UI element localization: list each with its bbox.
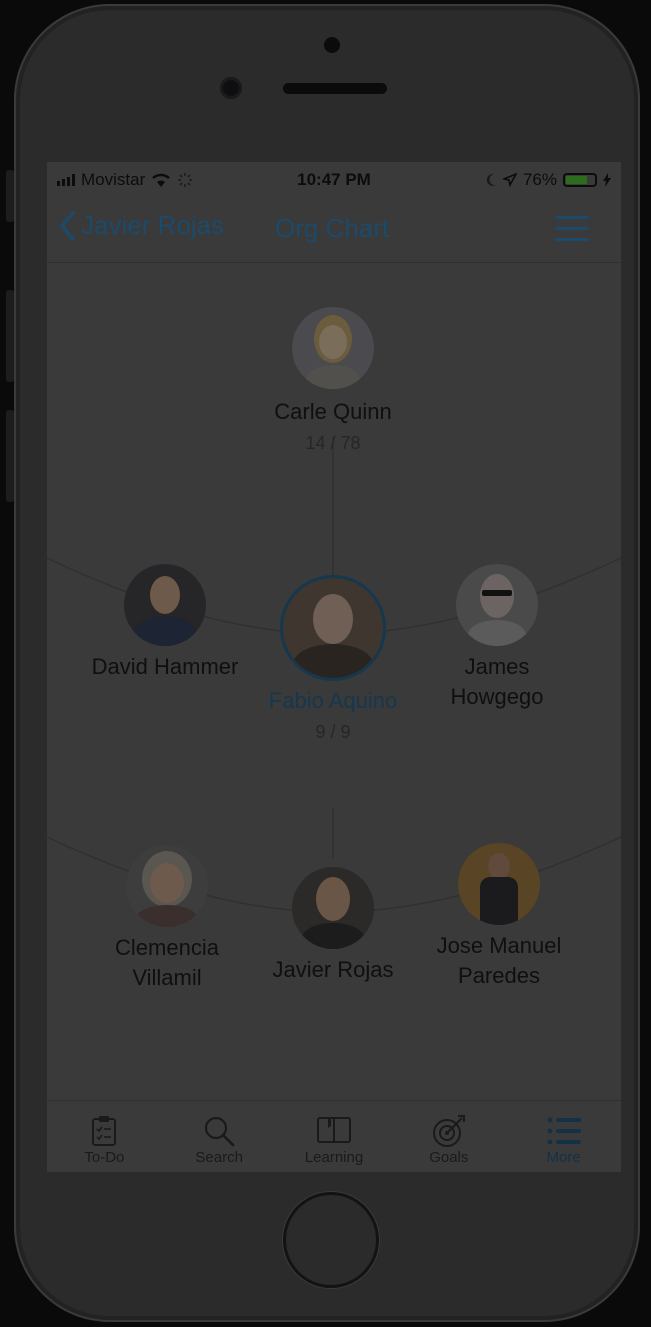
tab-label: Search xyxy=(195,1149,243,1166)
home-button[interactable] xyxy=(283,1192,379,1288)
nav-bar: Javier Rojas Org Chart xyxy=(47,196,621,263)
proximity-sensor xyxy=(324,37,340,53)
earpiece-speaker xyxy=(283,83,387,94)
volume-down-button xyxy=(6,410,14,502)
org-chart: Carle Quinn 14 / 78 David Hammer Fabio A… xyxy=(47,262,621,1098)
tab-search[interactable]: Search xyxy=(162,1101,277,1172)
list-icon xyxy=(547,1117,581,1145)
moon-icon xyxy=(486,173,496,186)
chevron-left-icon xyxy=(59,210,75,241)
tab-bar: To-Do Search Learning Goals More xyxy=(47,1100,621,1172)
node-name-line2: Paredes xyxy=(458,963,540,988)
avatar xyxy=(456,564,538,646)
location-arrow-icon xyxy=(502,173,517,187)
avatar xyxy=(458,843,540,925)
tab-more[interactable]: More xyxy=(506,1101,621,1172)
back-button[interactable]: Javier Rojas xyxy=(59,210,224,241)
node-name-line1: Jose Manuel xyxy=(436,933,562,958)
node-count: 9 / 9 xyxy=(315,722,351,742)
org-node-carle-quinn[interactable]: Carle Quinn 14 / 78 xyxy=(233,307,433,454)
tab-label: Goals xyxy=(429,1149,469,1166)
list-icon[interactable] xyxy=(555,216,589,242)
node-name-line1: James xyxy=(464,654,530,679)
tab-to-do[interactable]: To-Do xyxy=(47,1101,162,1172)
avatar xyxy=(126,845,208,927)
battery-icon xyxy=(563,173,597,187)
back-label: Javier Rojas xyxy=(81,210,225,240)
avatar xyxy=(292,867,374,949)
tab-goals[interactable]: Goals xyxy=(391,1101,506,1172)
charging-bolt-icon xyxy=(603,173,611,187)
avatar xyxy=(292,307,374,389)
mute-switch xyxy=(6,170,14,222)
avatar xyxy=(283,578,383,678)
status-bar: Movistar 10:47 PM 76% xyxy=(47,162,621,196)
screen: Movistar 10:47 PM 76% Javier Rojas Org C… xyxy=(47,162,621,1172)
node-count: 14 / 78 xyxy=(305,433,361,453)
tab-label: More xyxy=(546,1149,581,1166)
node-name-line2: Howgego xyxy=(450,684,544,709)
search-icon xyxy=(205,1116,235,1147)
tab-label: To-Do xyxy=(84,1149,125,1166)
clipboard-icon xyxy=(92,1116,117,1146)
org-node-jose-manuel-paredes[interactable]: Jose Manuel Paredes xyxy=(399,843,599,991)
node-name: Carle Quinn xyxy=(274,399,392,424)
tab-label: Learning xyxy=(304,1149,364,1166)
page-title: Org Chart xyxy=(275,213,390,243)
battery-percent: 76% xyxy=(522,170,557,189)
book-icon xyxy=(316,1117,351,1143)
volume-up-button xyxy=(6,290,14,382)
org-node-james-howgego[interactable]: James Howgego xyxy=(399,564,595,712)
front-camera xyxy=(220,77,242,99)
tab-learning[interactable]: Learning xyxy=(277,1101,392,1172)
avatar xyxy=(124,564,206,646)
target-icon xyxy=(432,1115,465,1147)
